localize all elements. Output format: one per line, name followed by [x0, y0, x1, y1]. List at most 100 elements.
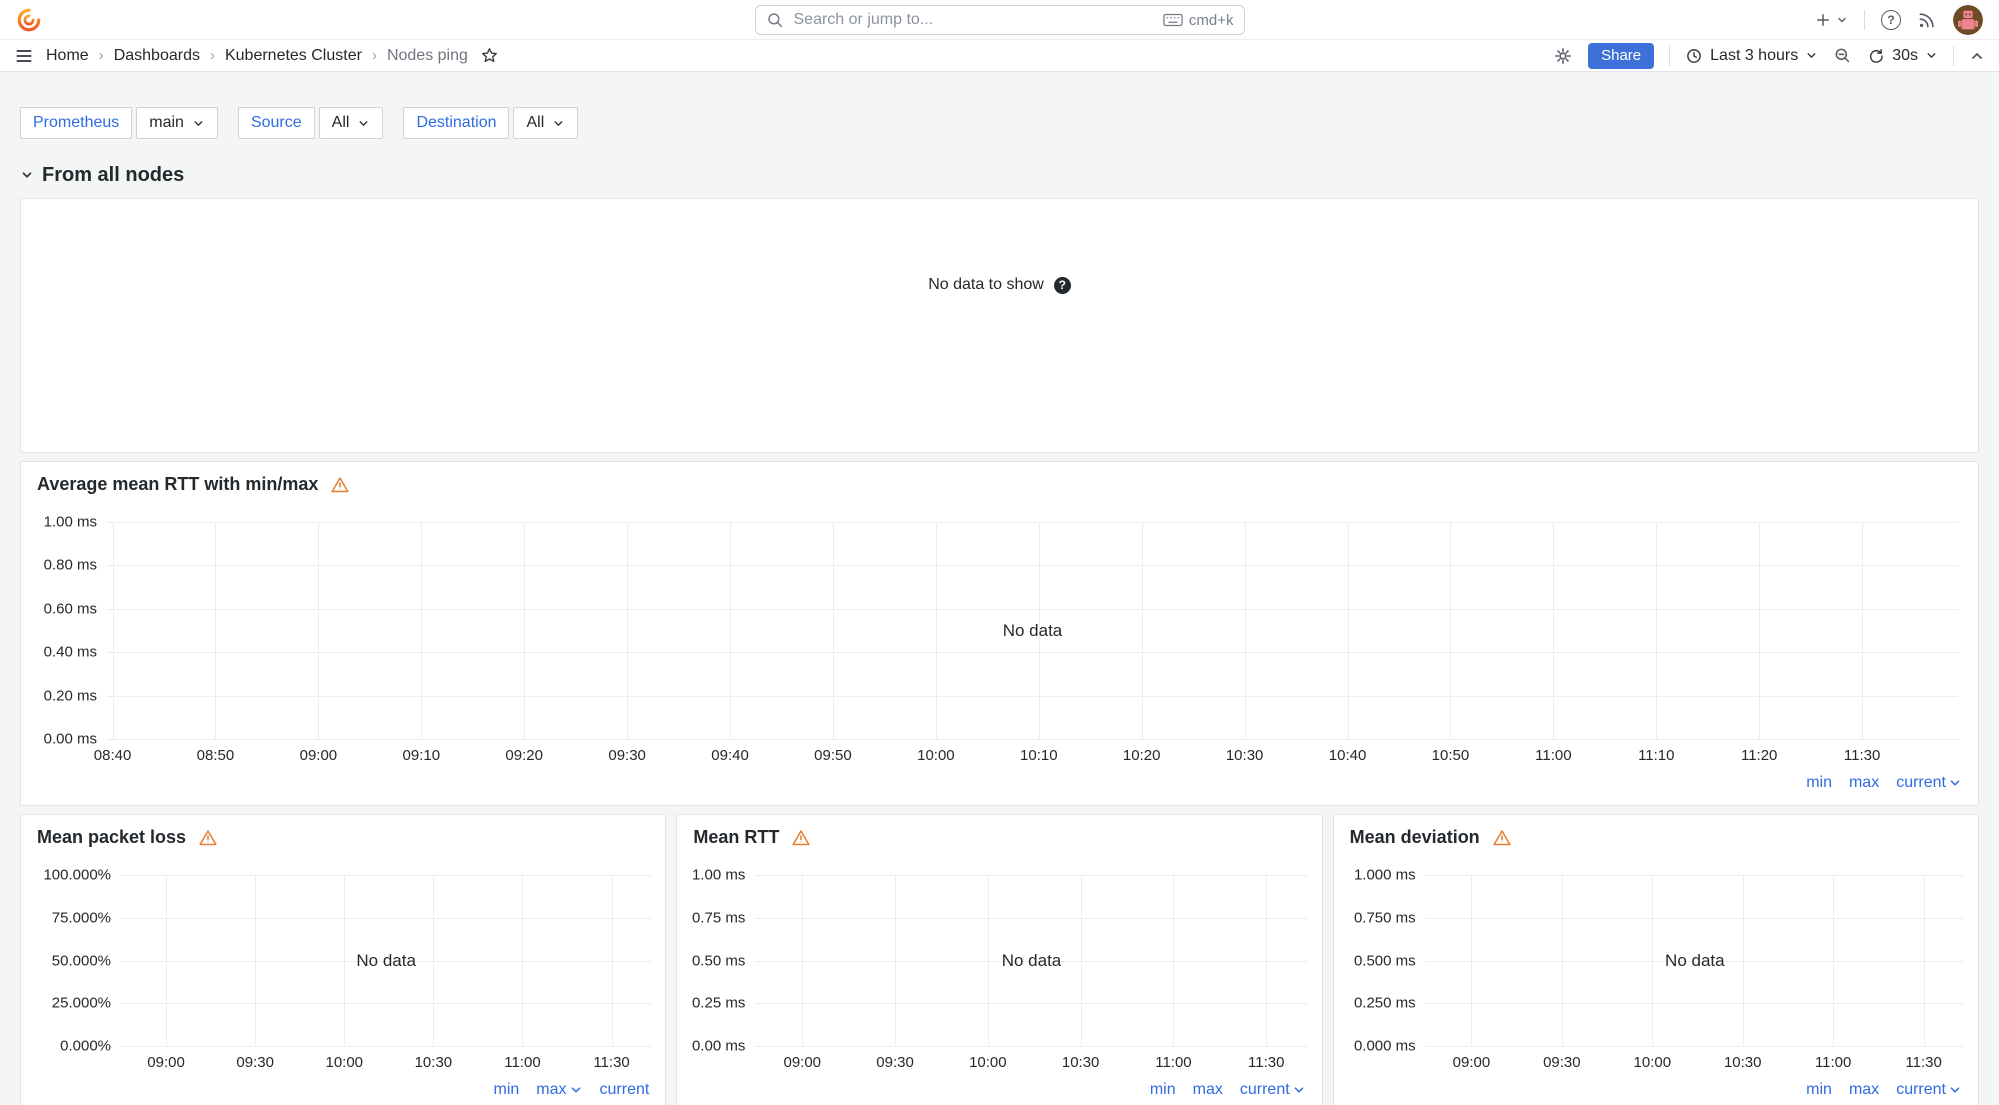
panel-mean-rtt: Mean RTT 1.00 ms0.75 ms0.50 ms0.25 ms0.0…	[676, 814, 1322, 1105]
no-data-message: No data to show	[928, 276, 1044, 294]
panel-title[interactable]: Mean deviation	[1350, 827, 1480, 848]
legend-item-max[interactable]: max	[536, 1081, 582, 1099]
bottom-panels-row: Mean packet loss 100.000%75.000%50.000%2…	[20, 814, 1979, 1105]
keyboard-icon	[1163, 13, 1183, 27]
breadcrumb-kubernetes-cluster[interactable]: Kubernetes Cluster	[225, 47, 362, 65]
time-series-chart[interactable]: 1.00 ms0.75 ms0.50 ms0.25 ms0.00 ms 09:0…	[677, 815, 1321, 1105]
legend-item-current[interactable]: current	[600, 1081, 650, 1099]
y-axis: 100.000%75.000%50.000%25.000%0.000%	[21, 875, 111, 1046]
legend-item-min[interactable]: min	[494, 1081, 520, 1099]
search-icon	[766, 11, 784, 29]
legend-item-min[interactable]: min	[1806, 1081, 1832, 1099]
y-axis-label: 0.500 ms	[1354, 952, 1416, 969]
datasource-label[interactable]: Prometheus	[20, 107, 132, 139]
destination-select[interactable]: All	[513, 107, 578, 139]
favorite-star-icon[interactable]	[480, 46, 499, 65]
time-series-chart[interactable]: 100.000%75.000%50.000%25.000%0.000% 09:0…	[21, 815, 665, 1105]
time-series-chart[interactable]: 1.00 ms0.80 ms0.60 ms0.40 ms0.20 ms0.00 …	[21, 462, 1978, 805]
chevron-down-icon	[357, 117, 370, 130]
row-from-all-nodes[interactable]: From all nodes	[20, 163, 1979, 187]
x-axis-label: 09:40	[711, 747, 749, 764]
news-rss-icon[interactable]	[1917, 10, 1937, 30]
panel-mean-deviation: Mean deviation 1.000 ms0.750 ms0.500 ms0…	[1333, 814, 1979, 1105]
chevron-down-icon	[1948, 1083, 1962, 1097]
datasource-select[interactable]: main	[136, 107, 218, 139]
legend-item-min[interactable]: min	[1150, 1081, 1176, 1099]
panel-title[interactable]: Mean RTT	[693, 827, 779, 848]
share-button[interactable]: Share	[1588, 43, 1654, 69]
legend-item-max[interactable]: max	[1849, 774, 1879, 792]
y-axis-label: 1.00 ms	[692, 867, 745, 884]
warning-icon[interactable]	[791, 828, 811, 848]
legend-item-max[interactable]: max	[1193, 1081, 1223, 1099]
refresh-picker[interactable]: 30s	[1867, 47, 1938, 65]
destination-label[interactable]: Destination	[403, 107, 509, 139]
no-data-label: No data	[121, 875, 651, 1046]
x-axis-label: 09:30	[1543, 1054, 1581, 1071]
y-axis-label: 0.000%	[60, 1038, 111, 1055]
warning-icon[interactable]	[1492, 828, 1512, 848]
x-axis-label: 10:20	[1123, 747, 1161, 764]
x-axis: 08:4008:5009:0009:1009:2009:3009:4009:50…	[107, 745, 1958, 765]
y-axis-label: 0.00 ms	[44, 731, 97, 748]
datasource-variable: Prometheus main	[20, 107, 218, 139]
panel-title[interactable]: Average mean RTT with min/max	[37, 474, 318, 495]
warning-icon[interactable]	[198, 828, 218, 848]
divider	[1669, 46, 1670, 66]
breadcrumb-dashboards[interactable]: Dashboards	[114, 47, 200, 65]
legend-item-min[interactable]: min	[1806, 774, 1832, 792]
x-axis-label: 10:50	[1432, 747, 1470, 764]
x-axis-label: 09:00	[1453, 1054, 1491, 1071]
x-axis-label: 10:30	[1226, 747, 1264, 764]
source-select[interactable]: All	[319, 107, 384, 139]
x-axis-label: 09:10	[403, 747, 441, 764]
warning-icon[interactable]	[330, 475, 350, 495]
breadcrumb-home[interactable]: Home	[46, 47, 89, 65]
y-axis: 1.00 ms0.75 ms0.50 ms0.25 ms0.00 ms	[677, 875, 745, 1046]
add-button[interactable]	[1814, 11, 1848, 29]
x-axis-label: 09:30	[608, 747, 646, 764]
zoom-out-icon[interactable]	[1833, 46, 1852, 65]
search-bar[interactable]: cmd+k	[755, 5, 1245, 35]
time-range-picker[interactable]: Last 3 hours	[1685, 47, 1818, 65]
x-axis-label: 11:00	[1535, 747, 1571, 764]
legend-item-max[interactable]: max	[1849, 1081, 1879, 1099]
hamburger-menu-icon[interactable]	[14, 46, 34, 66]
panel-title[interactable]: Mean packet loss	[37, 827, 186, 848]
no-data-label: No data	[755, 875, 1307, 1046]
y-axis-label: 0.50 ms	[692, 952, 745, 969]
legend-item-current[interactable]: current	[1240, 1081, 1306, 1099]
no-data-label: No data	[1426, 875, 1964, 1046]
x-axis-label: 11:00	[504, 1054, 540, 1071]
collapse-toolbar-chevron-up-icon[interactable]	[1969, 48, 1985, 64]
x-axis-label: 10:30	[1062, 1054, 1100, 1071]
h-gridline	[755, 1046, 1307, 1047]
dashboard-settings-gear-icon[interactable]	[1553, 46, 1573, 66]
section-title: From all nodes	[42, 164, 184, 187]
grafana-logo-icon[interactable]	[16, 7, 42, 33]
h-gridline	[121, 1046, 651, 1047]
y-axis-label: 0.750 ms	[1354, 909, 1416, 926]
x-axis-label: 08:50	[197, 747, 235, 764]
y-axis-label: 0.75 ms	[692, 909, 745, 926]
y-axis-label: 0.000 ms	[1354, 1038, 1416, 1055]
help-icon[interactable]: ?	[1881, 10, 1901, 30]
x-axis-label: 11:30	[1905, 1054, 1941, 1071]
refresh-icon	[1867, 47, 1885, 65]
chevron-down-icon	[569, 1083, 583, 1097]
x-axis-label: 11:10	[1638, 747, 1674, 764]
legend-item-current[interactable]: current	[1896, 1081, 1962, 1099]
divider	[1864, 10, 1865, 30]
dashboard-toolbar: Home › Dashboards › Kubernetes Cluster ›…	[0, 40, 1999, 72]
dashboard-content: Prometheus main Source All Destination A…	[0, 73, 1999, 1105]
chart-legend: minmax current	[1150, 1080, 1306, 1100]
chevron-down-icon	[1948, 776, 1962, 790]
search-input[interactable]	[792, 10, 1155, 30]
x-axis-label: 08:40	[94, 747, 132, 764]
user-avatar[interactable]	[1953, 5, 1983, 35]
help-circle-icon[interactable]: ?	[1054, 277, 1071, 294]
legend-item-current[interactable]: current	[1896, 774, 1962, 792]
time-series-chart[interactable]: 1.000 ms0.750 ms0.500 ms0.250 ms0.000 ms…	[1334, 815, 1978, 1105]
source-label[interactable]: Source	[238, 107, 315, 139]
x-axis-label: 09:00	[147, 1054, 185, 1071]
